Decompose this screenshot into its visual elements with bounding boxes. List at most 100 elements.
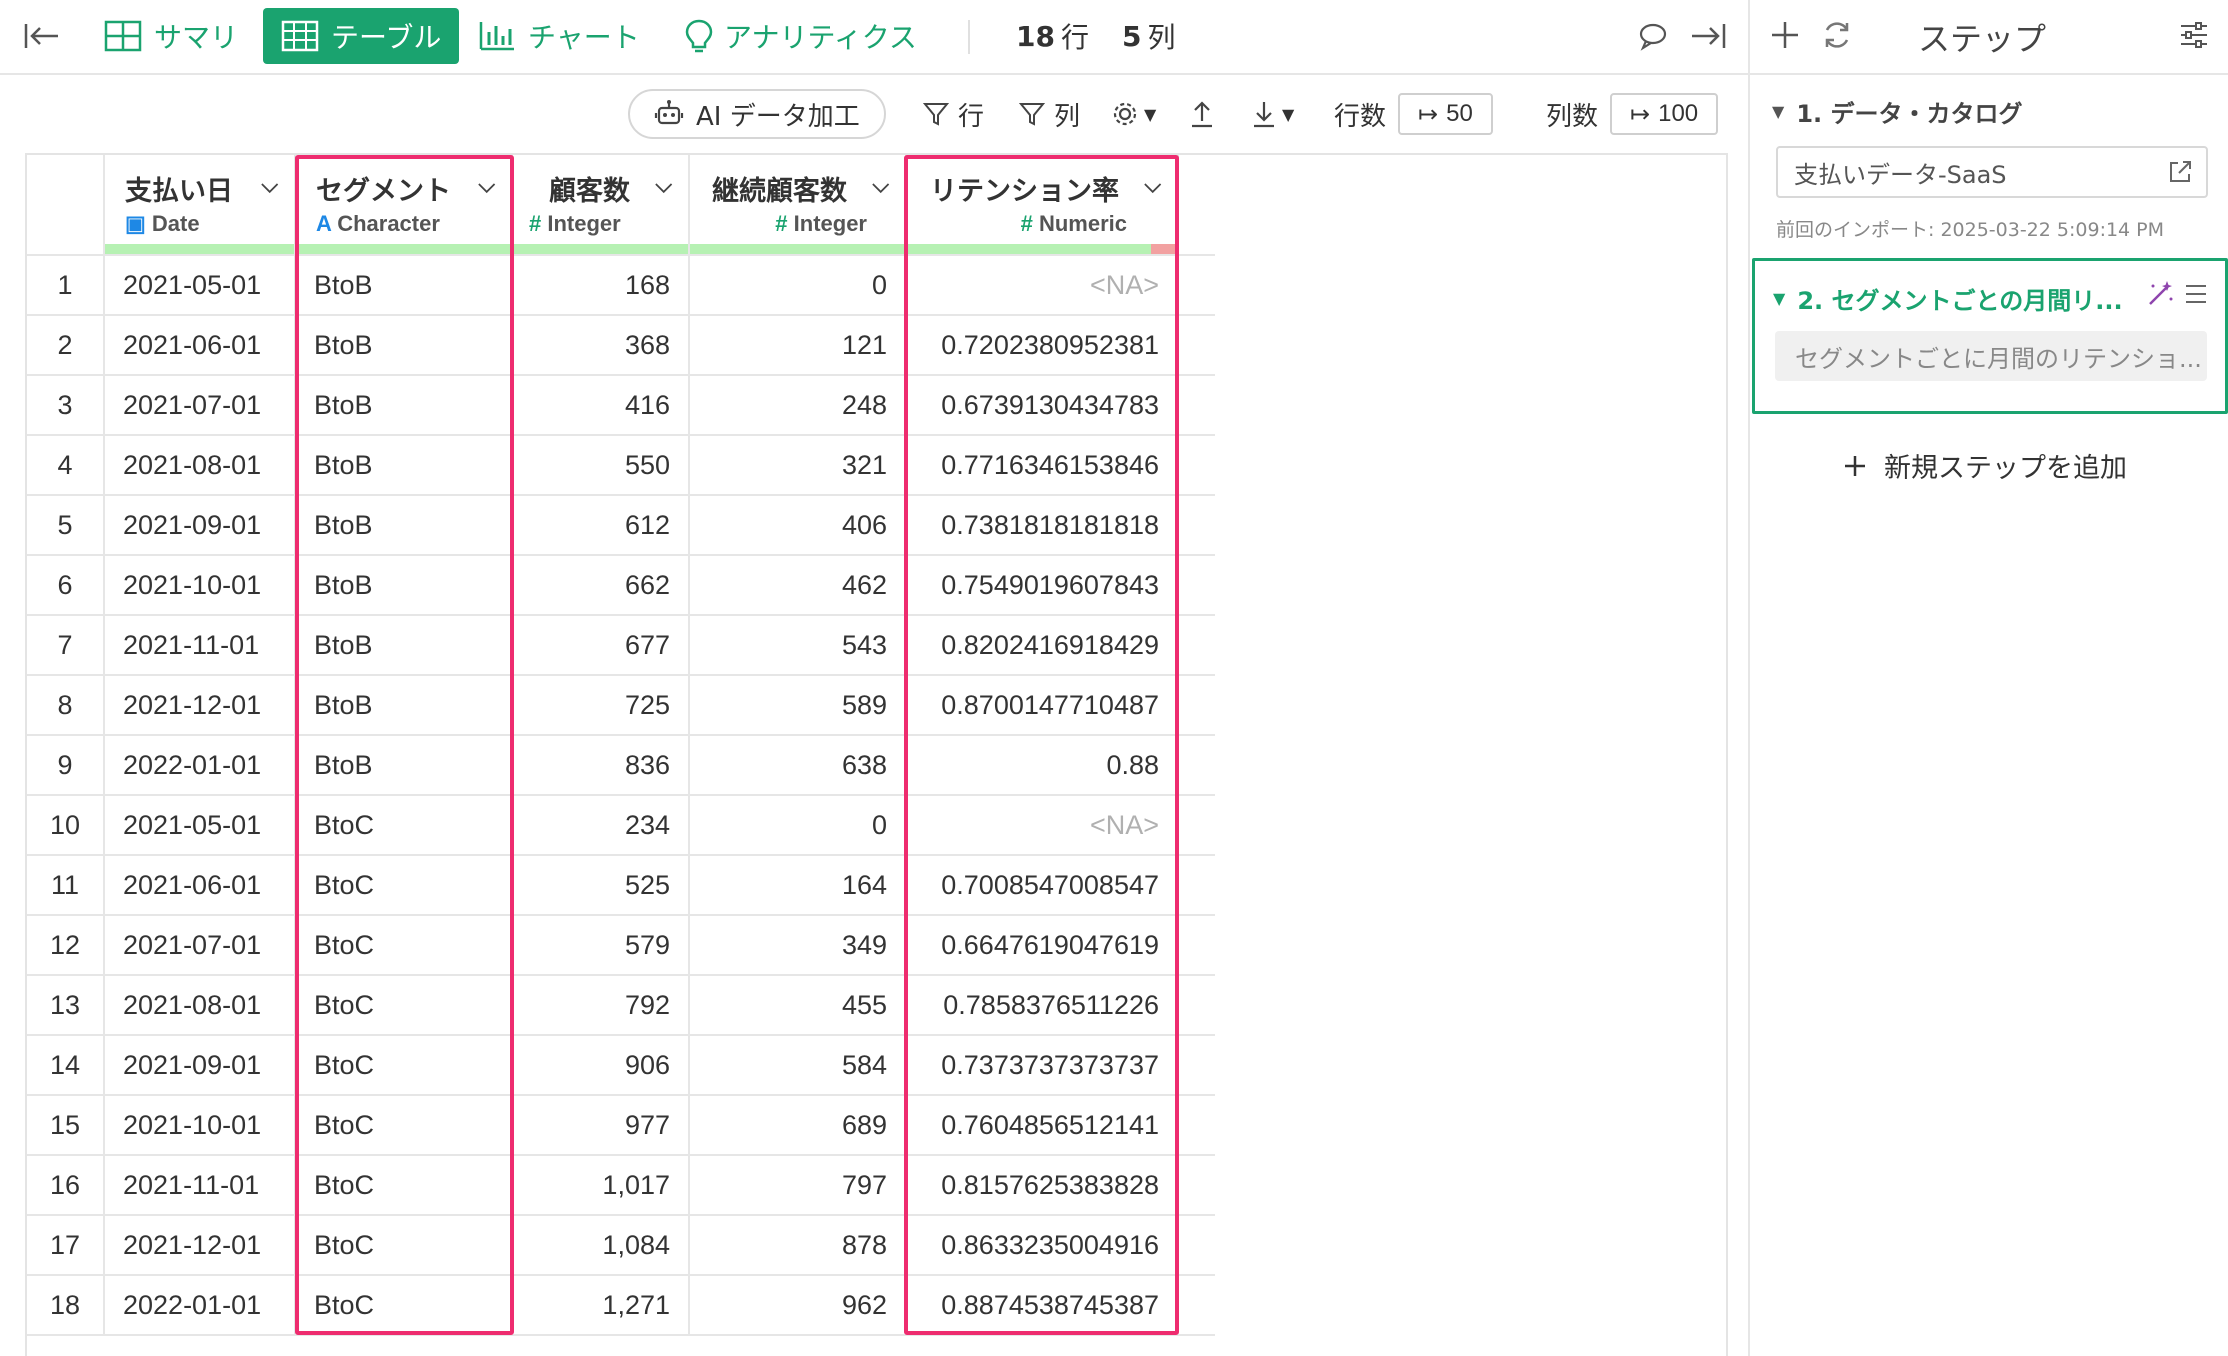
cell-customers[interactable]: 234 <box>512 795 690 856</box>
cell-retained-customers[interactable]: 689 <box>689 1095 907 1156</box>
cell-payment-date[interactable]: 2021-10-01 <box>104 1095 296 1156</box>
row-number[interactable]: 11 <box>27 855 105 916</box>
cell-retained-customers[interactable]: 878 <box>689 1215 907 1276</box>
cell-customers[interactable]: 977 <box>512 1095 690 1156</box>
comment-icon[interactable] <box>1638 8 1668 64</box>
row-number[interactable]: 6 <box>27 555 105 616</box>
row-number[interactable]: 13 <box>27 975 105 1036</box>
cell-retention-rate[interactable]: 0.7549019607843 <box>906 555 1179 616</box>
row-number[interactable]: 8 <box>27 675 105 736</box>
chevron-down-icon[interactable]: ⌵ <box>261 173 278 198</box>
cell-payment-date[interactable]: 2021-05-01 <box>104 795 296 856</box>
cell-segment[interactable]: BtoB <box>295 495 513 556</box>
cell-retained-customers[interactable]: 349 <box>689 915 907 976</box>
cell-segment[interactable]: BtoB <box>295 615 513 676</box>
cell-customers[interactable]: 725 <box>512 675 690 736</box>
refresh-icon[interactable] <box>1820 18 1854 56</box>
cell-retained-customers[interactable]: 0 <box>689 255 907 316</box>
cell-retention-rate[interactable]: 0.8874538745387 <box>906 1275 1179 1336</box>
column-limit-input[interactable]: ↦ 100 <box>1610 89 1719 139</box>
row-number[interactable]: 1 <box>27 255 105 316</box>
cell-payment-date[interactable]: 2021-12-01 <box>104 675 296 736</box>
cell-payment-date[interactable]: 2022-01-01 <box>104 1275 296 1336</box>
cell-segment[interactable]: BtoB <box>295 435 513 496</box>
collapse-right-icon[interactable] <box>1688 8 1728 64</box>
row-number[interactable]: 15 <box>27 1095 105 1156</box>
cell-payment-date[interactable]: 2021-11-01 <box>104 615 296 676</box>
cell-retention-rate[interactable]: 0.7008547008547 <box>906 855 1179 916</box>
data-catalog-source[interactable]: 支払いデータ-SaaS <box>1776 146 2208 198</box>
cell-customers[interactable]: 612 <box>512 495 690 556</box>
cell-retained-customers[interactable]: 543 <box>689 615 907 676</box>
cell-customers[interactable]: 906 <box>512 1035 690 1096</box>
cell-payment-date[interactable]: 2021-11-01 <box>104 1155 296 1216</box>
cell-segment[interactable]: BtoC <box>295 795 513 856</box>
magic-wand-icon[interactable] <box>2145 279 2175 313</box>
cell-segment[interactable]: BtoB <box>295 555 513 616</box>
column-header-retention-rate[interactable]: リテンション率 ⌵ # Numeric <box>906 155 1179 256</box>
cell-retention-rate[interactable]: 0.6647619047619 <box>906 915 1179 976</box>
filter-rows-button[interactable]: 行 <box>922 89 984 139</box>
cell-retention-rate[interactable]: <NA> <box>906 795 1179 856</box>
cell-retention-rate[interactable]: 0.7858376511226 <box>906 975 1179 1036</box>
cell-segment[interactable]: BtoC <box>295 1095 513 1156</box>
cell-retention-rate[interactable]: 0.8202416918429 <box>906 615 1179 676</box>
tab-chart[interactable]: チャート <box>478 8 640 64</box>
cell-retained-customers[interactable]: 321 <box>689 435 907 496</box>
cell-payment-date[interactable]: 2021-07-01 <box>104 375 296 436</box>
external-link-icon[interactable] <box>2166 158 2194 186</box>
cell-retention-rate[interactable]: 0.8157625383828 <box>906 1155 1179 1216</box>
column-header-payment-date[interactable]: 支払い日 ⌵ ▣ Date <box>104 155 296 256</box>
cell-retention-rate[interactable]: 0.7381818181818 <box>906 495 1179 556</box>
column-header-retained-customers[interactable]: 継続顧客数 ⌵ # Integer <box>689 155 907 256</box>
cell-retention-rate[interactable]: 0.8633235004916 <box>906 1215 1179 1276</box>
step-1-header[interactable]: ▼ 1. データ・カタログ <box>1772 94 2022 129</box>
cell-segment[interactable]: BtoB <box>295 675 513 736</box>
cell-payment-date[interactable]: 2021-06-01 <box>104 315 296 376</box>
cell-retained-customers[interactable]: 406 <box>689 495 907 556</box>
cell-retention-rate[interactable]: 0.8700147710487 <box>906 675 1179 736</box>
cell-customers[interactable]: 1,017 <box>512 1155 690 1216</box>
cell-payment-date[interactable]: 2021-09-01 <box>104 1035 296 1096</box>
cell-customers[interactable]: 836 <box>512 735 690 796</box>
chevron-down-icon[interactable]: ⌵ <box>478 173 495 198</box>
row-number[interactable]: 16 <box>27 1155 105 1216</box>
cell-customers[interactable]: 525 <box>512 855 690 916</box>
chevron-down-icon[interactable]: ⌵ <box>1144 173 1161 198</box>
row-number[interactable]: 7 <box>27 615 105 676</box>
cell-payment-date[interactable]: 2021-08-01 <box>104 435 296 496</box>
add-new-step-button[interactable]: 新規ステップを追加 <box>1842 446 2127 485</box>
cell-retained-customers[interactable]: 462 <box>689 555 907 616</box>
tab-table[interactable]: テーブル <box>263 8 460 64</box>
cell-retained-customers[interactable]: 962 <box>689 1275 907 1336</box>
cell-payment-date[interactable]: 2021-06-01 <box>104 855 296 916</box>
collapse-left-icon[interactable] <box>22 8 62 64</box>
step-2-card[interactable]: ▼ 2. セグメントごとの月間リ... セグメントごとに月間のリテンショ... <box>1752 258 2228 414</box>
cell-customers[interactable]: 792 <box>512 975 690 1036</box>
cell-payment-date[interactable]: 2021-05-01 <box>104 255 296 316</box>
cell-retained-customers[interactable]: 638 <box>689 735 907 796</box>
cell-retained-customers[interactable]: 797 <box>689 1155 907 1216</box>
row-number[interactable]: 2 <box>27 315 105 376</box>
row-number[interactable]: 10 <box>27 795 105 856</box>
cell-segment[interactable]: BtoC <box>295 915 513 976</box>
cell-retained-customers[interactable]: 589 <box>689 675 907 736</box>
cell-segment[interactable]: BtoC <box>295 1215 513 1276</box>
cell-segment[interactable]: BtoB <box>295 315 513 376</box>
cell-segment[interactable]: BtoC <box>295 975 513 1036</box>
cell-customers[interactable]: 416 <box>512 375 690 436</box>
row-number[interactable]: 18 <box>27 1275 105 1336</box>
row-number[interactable]: 12 <box>27 915 105 976</box>
cell-segment[interactable]: BtoC <box>295 1275 513 1336</box>
cell-segment[interactable]: BtoC <box>295 855 513 916</box>
cell-payment-date[interactable]: 2021-09-01 <box>104 495 296 556</box>
cell-customers[interactable]: 677 <box>512 615 690 676</box>
cell-segment[interactable]: BtoB <box>295 255 513 316</box>
cell-retained-customers[interactable]: 0 <box>689 795 907 856</box>
cell-retained-customers[interactable]: 455 <box>689 975 907 1036</box>
cell-retention-rate[interactable]: 0.6739130434783 <box>906 375 1179 436</box>
tab-analytics[interactable]: アナリティクス <box>684 8 917 64</box>
sliders-icon[interactable] <box>2178 20 2210 54</box>
cell-payment-date[interactable]: 2021-10-01 <box>104 555 296 616</box>
cell-customers[interactable]: 662 <box>512 555 690 616</box>
